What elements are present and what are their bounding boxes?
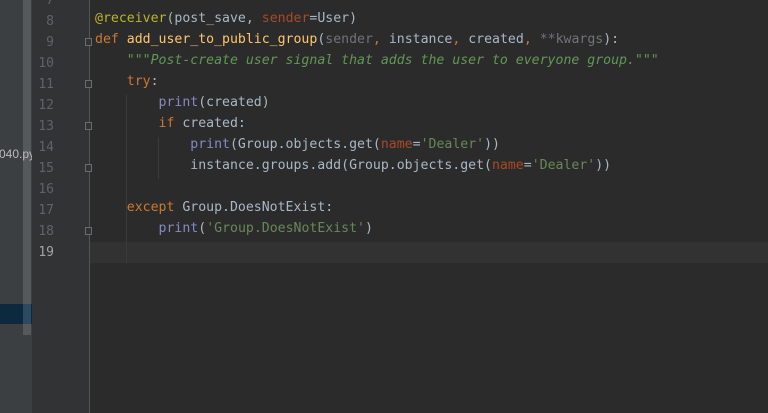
code-token-plain: =User) — [309, 11, 358, 26]
fold-marker-icon[interactable] — [85, 38, 92, 46]
code-token-plain: : — [150, 74, 159, 89]
code-token-kw: def — [95, 32, 127, 47]
line-number: 10 — [38, 56, 54, 71]
code-token-plain: (Group.objects.get( — [229, 137, 381, 152]
code-token-kw: , — [452, 32, 469, 47]
line-number: 14 — [38, 140, 54, 155]
code-token-kw: if — [158, 116, 183, 131]
code-token-plain: ) — [364, 221, 373, 236]
code-token-plain: )) — [484, 137, 500, 152]
fold-marker-icon[interactable] — [85, 80, 92, 88]
code-token-kwarg: sender — [261, 11, 310, 26]
code-token-plain: (post_save, — [166, 11, 262, 26]
line-number: 11 — [38, 77, 54, 92]
current-line-highlight — [90, 242, 768, 263]
code-line[interactable]: @receiver(post_save, sender=User) — [95, 11, 357, 32]
code-line[interactable]: if created: — [95, 116, 246, 137]
line-number: 8 — [46, 14, 54, 29]
code-token-plain: ( — [198, 221, 207, 236]
code-token-plain: ): — [603, 32, 620, 47]
code-token-unused: **kwargs — [539, 32, 604, 47]
line-number: 7 — [46, 0, 54, 8]
code-token-str: 'Dealer' — [531, 158, 596, 173]
code-token-plain: (created) — [198, 95, 270, 110]
selected-row-scroll-segment — [23, 304, 31, 324]
code-token-fn: add_user_to_public_group — [126, 32, 318, 47]
code-token-str: 'Dealer' — [420, 137, 485, 152]
code-token-kw: , — [372, 32, 389, 47]
project-file-label[interactable]: 040.py — [0, 147, 32, 161]
code-token-kwarg: name — [491, 158, 524, 173]
code-token-str: 'Group.DoesNotExist' — [206, 221, 365, 236]
code-line[interactable]: print(created) — [95, 95, 270, 116]
fold-marker-icon[interactable] — [85, 164, 92, 172]
code-token-plain: created — [468, 32, 524, 47]
code-token-plain: created: — [182, 116, 246, 131]
line-number: 9 — [46, 35, 54, 50]
code-token-doc: """Post-create user signal that adds the… — [126, 53, 659, 68]
code-token-kwarg: name — [380, 137, 413, 152]
project-panel: 040.py — [0, 0, 32, 413]
code-token-builtin: print — [190, 137, 230, 152]
code-line[interactable]: """Post-create user signal that adds the… — [95, 53, 659, 74]
code-line[interactable]: try: — [95, 74, 159, 95]
code-token-unused: sender — [325, 32, 373, 47]
code-token-plain: = — [412, 137, 421, 152]
line-number: 16 — [38, 182, 54, 197]
code-token-plain: instance.groups.add(Group.objects.get( — [95, 158, 492, 173]
fold-marker-icon[interactable] — [85, 122, 92, 130]
line-number: 13 — [38, 119, 54, 134]
code-line[interactable]: def add_user_to_public_group(sender, ins… — [95, 32, 619, 53]
code-token-builtin: print — [158, 95, 199, 110]
code-token-plain: = — [523, 158, 532, 173]
code-token-kw: try — [126, 74, 151, 89]
line-number: 17 — [38, 203, 54, 218]
gutter-divider — [89, 0, 90, 413]
fold-marker-icon[interactable] — [85, 227, 92, 235]
line-number: 15 — [38, 161, 54, 176]
line-number: 18 — [38, 224, 54, 239]
code-line[interactable]: instance.groups.add(Group.objects.get(na… — [95, 158, 611, 179]
code-line[interactable]: print('Group.DoesNotExist') — [95, 221, 373, 242]
code-token-plain: instance — [388, 32, 453, 47]
code-line[interactable]: print(Group.objects.get(name='Dealer')) — [95, 137, 500, 158]
code-token-plain: Group.DoesNotExist: — [182, 200, 334, 215]
line-number: 19 — [38, 245, 54, 260]
code-token-dec: @receiver — [95, 11, 167, 26]
code-token-builtin: print — [158, 221, 199, 236]
line-number: 12 — [38, 98, 54, 113]
code-line[interactable]: except Group.DoesNotExist: — [95, 200, 333, 221]
code-token-plain: )) — [595, 158, 612, 173]
project-scrollbar[interactable] — [23, 0, 31, 335]
code-token-kw: , — [523, 32, 540, 47]
code-token-kw: except — [126, 200, 183, 215]
